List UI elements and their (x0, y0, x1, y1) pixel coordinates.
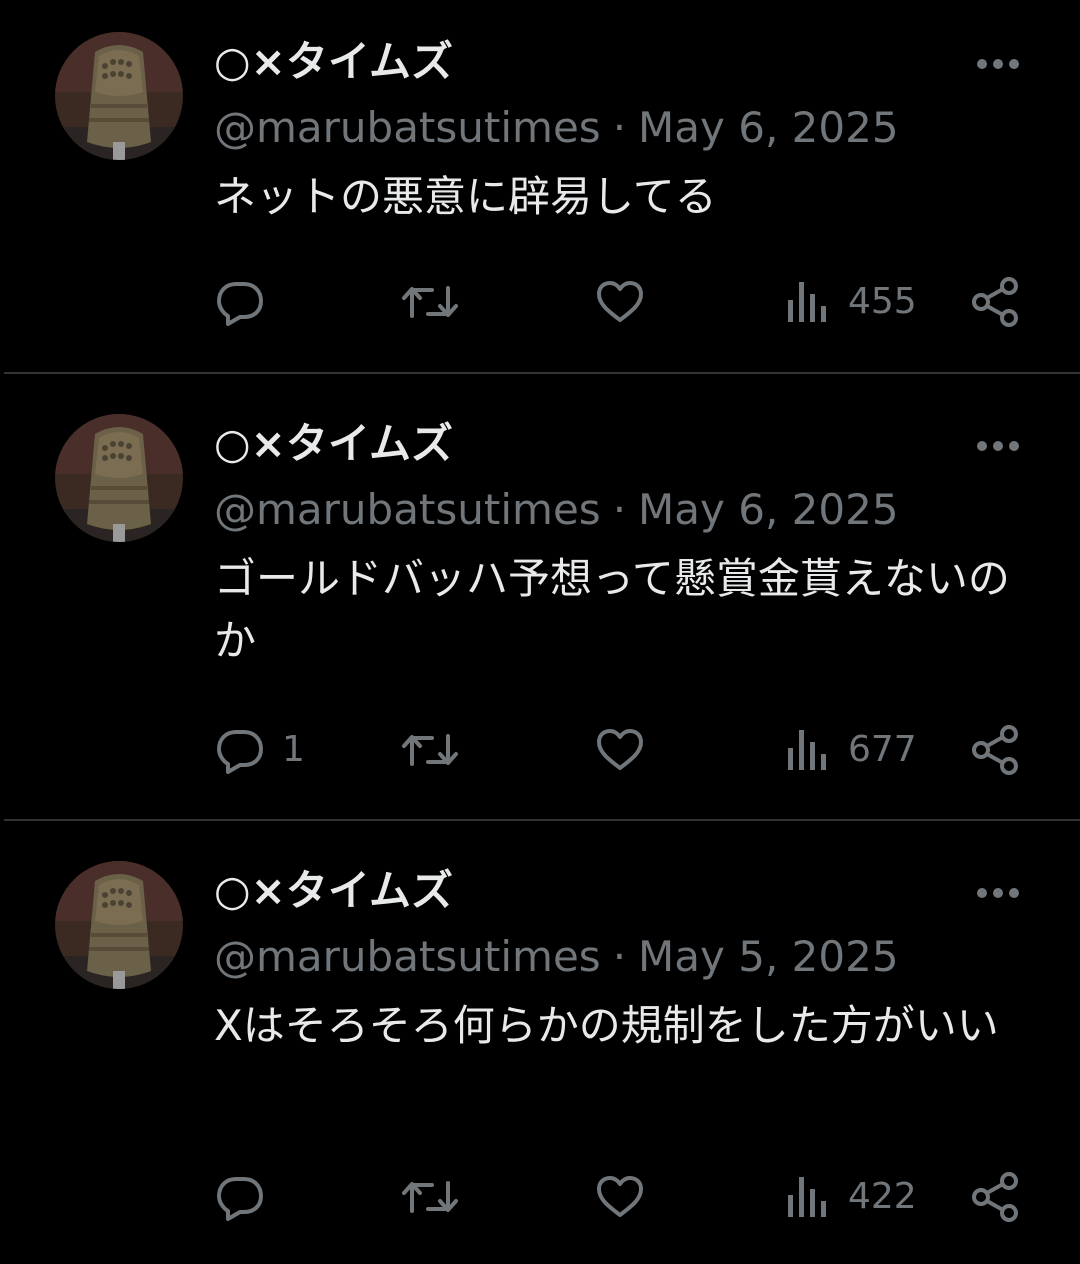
display-name[interactable]: ○×タイムズ (214, 419, 453, 469)
timestamp[interactable]: May 6, 2025 (638, 103, 899, 152)
tweet[interactable]: ○×タイムズ @marubatsutimes · May 6, 2025 ゴールドバ… (0, 374, 1080, 819)
meta-separator: · (612, 103, 627, 152)
share-icon (972, 725, 1018, 775)
timestamp[interactable]: May 6, 2025 (638, 485, 899, 534)
tweet-actions: 1 677 (0, 722, 1080, 778)
timestamp[interactable]: May 5, 2025 (638, 932, 899, 981)
tweet-text: ゴールドバッハ予想って懸賞金貰えないのか (214, 554, 1010, 665)
share-button[interactable] (968, 1169, 1024, 1225)
views-bar-chart-icon (788, 282, 826, 322)
more-horizontal-icon[interactable] (970, 436, 1026, 456)
reply-bubble-icon (217, 730, 263, 774)
reply-button[interactable] (214, 1169, 282, 1225)
share-button[interactable] (968, 722, 1024, 778)
tweet-actions: 422 (0, 1169, 1080, 1225)
tweet-actions: 455 (0, 274, 1080, 330)
tweet-text: Xはそろそろ何らかの規制をした方がいい (214, 1001, 999, 1050)
more-horizontal-icon[interactable] (970, 54, 1026, 74)
heart-icon (597, 1176, 643, 1217)
handle[interactable]: @marubatsutimes (214, 932, 601, 981)
retweet-button[interactable] (398, 274, 462, 330)
tweet[interactable]: ○×タイムズ @marubatsutimes · May 5, 2025 Xはそろそ… (0, 821, 1080, 1264)
share-button[interactable] (968, 274, 1024, 330)
reply-count: 1 (282, 729, 305, 770)
views-bar-chart-icon (788, 1177, 826, 1217)
tweet-meta: @marubatsutimes · May 5, 2025 (214, 931, 899, 983)
views-button[interactable]: 455 (786, 274, 917, 330)
handle[interactable]: @marubatsutimes (214, 485, 601, 534)
like-button[interactable] (594, 1169, 646, 1225)
more-horizontal-icon[interactable] (970, 883, 1026, 903)
handle[interactable]: @marubatsutimes (214, 103, 601, 152)
display-name[interactable]: ○×タイムズ (214, 866, 453, 916)
heart-icon (597, 729, 643, 770)
avatar[interactable] (55, 32, 183, 160)
meta-separator: · (612, 932, 627, 981)
avatar[interactable] (55, 861, 183, 989)
views-bar-chart-icon (788, 730, 826, 770)
retweet-icon (402, 286, 458, 318)
share-icon (972, 277, 1018, 327)
retweet-icon (402, 1181, 458, 1213)
heart-icon (597, 281, 643, 322)
timeline-feed: ○×タイムズ @marubatsutimes · May 6, 2025 ネットの悪… (0, 0, 1080, 1264)
retweet-icon (402, 734, 458, 766)
display-name[interactable]: ○×タイムズ (214, 37, 453, 87)
like-button[interactable] (594, 722, 646, 778)
reply-button[interactable]: 1 (214, 722, 305, 778)
view-count: 455 (848, 281, 917, 322)
avatar[interactable] (55, 414, 183, 542)
tweet-text: ネットの悪意に辟易してる (214, 172, 717, 221)
reply-bubble-icon (217, 1177, 263, 1221)
views-button[interactable]: 677 (786, 722, 917, 778)
tweet-meta: @marubatsutimes · May 6, 2025 (214, 102, 899, 154)
meta-separator: · (612, 485, 627, 534)
reply-bubble-icon (217, 282, 263, 326)
reply-button[interactable] (214, 274, 282, 330)
tweet[interactable]: ○×タイムズ @marubatsutimes · May 6, 2025 ネットの悪… (0, 0, 1080, 372)
retweet-button[interactable] (398, 722, 462, 778)
like-button[interactable] (594, 274, 646, 330)
view-count: 677 (848, 729, 917, 770)
tweet-meta: @marubatsutimes · May 6, 2025 (214, 484, 899, 536)
view-count: 422 (848, 1176, 917, 1217)
share-icon (972, 1172, 1018, 1222)
views-button[interactable]: 422 (786, 1169, 917, 1225)
retweet-button[interactable] (398, 1169, 462, 1225)
